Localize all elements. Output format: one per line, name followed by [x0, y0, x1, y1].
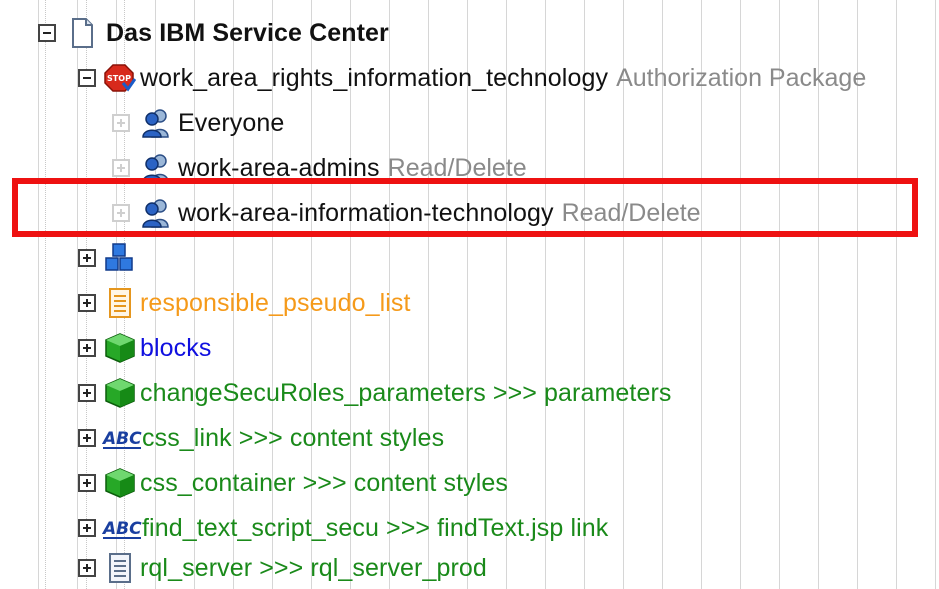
- element-label: blocks: [140, 333, 212, 362]
- collapse-toggle[interactable]: [78, 69, 96, 87]
- svg-text:STOP: STOP: [107, 74, 131, 83]
- green-cube-icon: [105, 468, 135, 498]
- group-label: Everyone: [178, 108, 285, 137]
- tree-node-element[interactable]: css_container >>> content styles: [78, 463, 508, 503]
- expand-toggle[interactable]: [78, 294, 96, 312]
- tree-node-element[interactable]: changeSecuRoles_parameters >>> parameter…: [78, 373, 672, 413]
- element-label: rql_server >>> rql_server_prod: [140, 553, 487, 582]
- element-label: changeSecuRoles_parameters >>> parameter…: [140, 378, 672, 407]
- abc-text-icon: ABC: [102, 519, 142, 539]
- root-label: Das IBM Service Center: [106, 18, 389, 47]
- expand-toggle[interactable]: [112, 159, 130, 177]
- stop-sign-icon: STOP: [104, 64, 136, 92]
- list-page-icon: [109, 553, 131, 583]
- green-cube-icon: [105, 378, 135, 408]
- tree-node-element[interactable]: ABC find_text_script_secu >>> findText.j…: [78, 508, 608, 548]
- element-label: responsible_pseudo_list: [140, 288, 411, 317]
- expand-toggle[interactable]: [78, 384, 96, 402]
- abc-text-icon: ABC: [102, 429, 142, 449]
- list-page-icon: [109, 288, 131, 318]
- expand-toggle[interactable]: [78, 474, 96, 492]
- cubes-icon: [105, 243, 133, 271]
- svg-text:ABC: ABC: [102, 429, 142, 449]
- tree-node-auth-package[interactable]: STOP work_area_rights_information_techno…: [78, 58, 866, 98]
- tree-guide-line: [45, 0, 46, 589]
- tree-node-element[interactable]: [78, 238, 136, 278]
- tree-node-element[interactable]: rql_server >>> rql_server_prod: [78, 548, 487, 588]
- tree-node-root[interactable]: Das IBM Service Center: [38, 13, 389, 53]
- element-label: css_link >>> content styles: [142, 423, 445, 452]
- auth-package-type: Authorization Package: [616, 63, 867, 92]
- expand-toggle[interactable]: [112, 114, 130, 132]
- document-icon: [72, 18, 93, 48]
- expand-toggle[interactable]: [78, 429, 96, 447]
- user-group-icon: [142, 109, 169, 138]
- expand-toggle[interactable]: [78, 519, 96, 537]
- tree-node-group[interactable]: Everyone: [112, 103, 284, 143]
- green-cube-icon: [105, 333, 135, 363]
- expand-toggle[interactable]: [78, 249, 96, 267]
- highlight-box: [12, 178, 918, 237]
- svg-text:ABC: ABC: [102, 519, 142, 539]
- expand-toggle[interactable]: [78, 339, 96, 357]
- element-label: css_container >>> content styles: [140, 468, 508, 497]
- element-label: find_text_script_secu >>> findText.jsp l…: [142, 513, 609, 542]
- tree-node-element[interactable]: responsible_pseudo_list: [78, 283, 411, 323]
- expand-toggle[interactable]: [78, 559, 96, 577]
- tree-node-element[interactable]: ABC css_link >>> content styles: [78, 418, 444, 458]
- tree-node-element[interactable]: blocks: [78, 328, 211, 368]
- auth-package-label: work_area_rights_information_technology: [140, 63, 609, 92]
- collapse-toggle[interactable]: [38, 24, 56, 42]
